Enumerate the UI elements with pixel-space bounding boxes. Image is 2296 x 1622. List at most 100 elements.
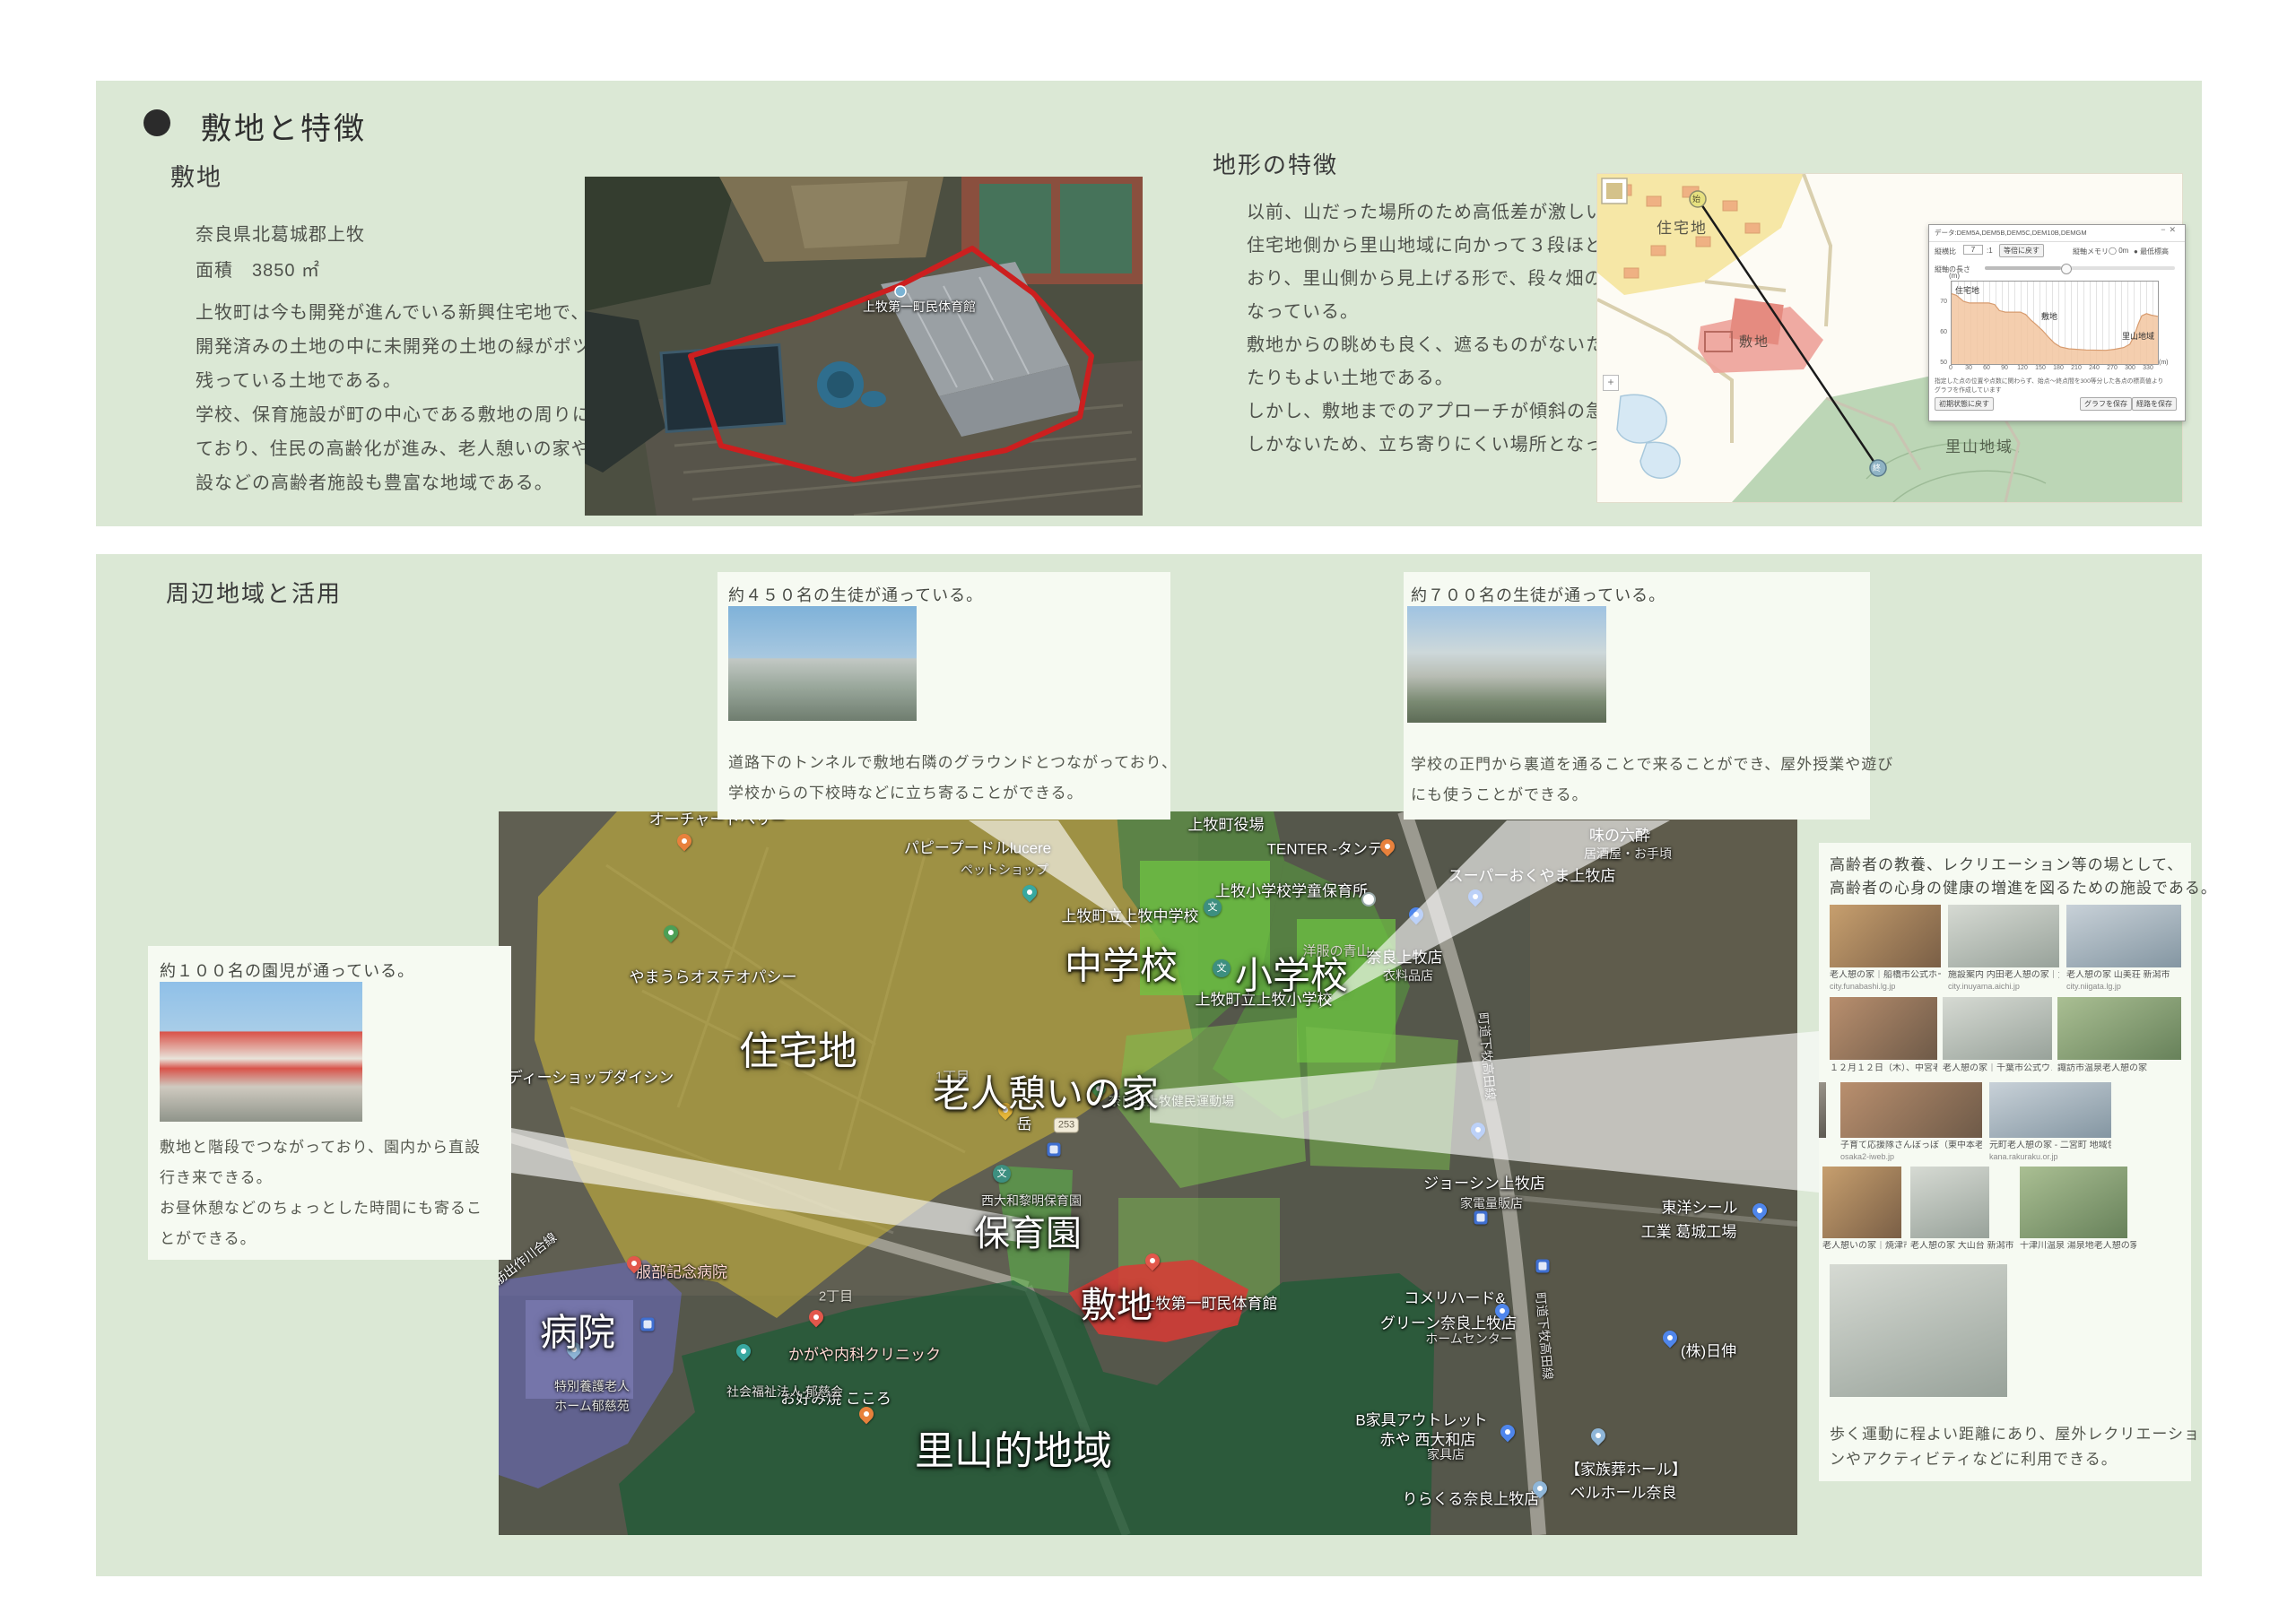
poi-label[interactable]: コメリハード&: [1404, 1286, 1505, 1308]
poi-label[interactable]: 工業 葛城工場: [1641, 1219, 1737, 1242]
poi-label[interactable]: 奈良上牧店: [1367, 945, 1443, 967]
poi-label[interactable]: 服部記念病院: [636, 1260, 727, 1282]
aspect-ratio-input[interactable]: 7: [1963, 245, 1983, 255]
poi-label[interactable]: かがや内科クリニック: [788, 1342, 941, 1365]
zone-label-satoyama: 里山的地域: [915, 1418, 1112, 1476]
poi-label[interactable]: ベルホール奈良: [1570, 1480, 1677, 1503]
poi-label[interactable]: やまうらオステオパシー: [630, 965, 797, 987]
radio-zero[interactable]: ◯ 0m: [2109, 247, 2128, 255]
nursery-pin-icon[interactable]: 文: [993, 1165, 1011, 1183]
result-caption: 諏訪市温泉老人憩の家: [2057, 1063, 2181, 1074]
result-caption: 老人憩の家｜船橋市公式ホームページcity.funabashi.lg.jp: [1830, 970, 1941, 993]
poi-label[interactable]: ボディーショップダイシン: [499, 1065, 674, 1088]
poi-label[interactable]: (株)日伸: [1681, 1339, 1736, 1361]
result-caption: 施設案内 内田老人憩の家｜犬山市city.inuyama.aichi.jp: [1948, 970, 2059, 993]
poi-label[interactable]: スーパーおくやま上牧店: [1448, 863, 1616, 886]
transit-icon[interactable]: [1474, 1211, 1488, 1225]
result-thumbnail: [1948, 905, 2059, 967]
poi-label[interactable]: 居酒屋・お手頃: [1584, 845, 1672, 863]
chart-anno-residential: 住宅地: [1955, 284, 1979, 296]
callout-elementary: 約７００名の生徒が通っている。 学校の正門から裏道を通ることで来ることができ、屋…: [1404, 572, 1870, 820]
aerial-photo-site: 上牧第一町民体育館: [585, 177, 1143, 516]
poi-label[interactable]: ホームセンター: [1425, 1330, 1513, 1348]
poi-label[interactable]: 特別養護老人: [554, 1377, 630, 1395]
junior-high-photo: [728, 606, 917, 721]
section2-title: 周辺地域と活用: [166, 576, 342, 609]
close-icon[interactable]: ✕: [2169, 225, 2179, 234]
topo-zoom-in-button[interactable]: +: [1603, 375, 1619, 391]
callout-text-line: 道路下のトンネルで敷地右隣のグラウンドとつながっており、: [728, 750, 1178, 772]
poi-label[interactable]: 味の六酔: [1589, 823, 1650, 846]
site-desc-line: 上牧町は今も開発が進んでいる新興住宅地で、: [196, 298, 589, 324]
poi-label[interactable]: 2丁目: [819, 1287, 853, 1305]
zone-label-site: 敷地: [1081, 1276, 1152, 1328]
result-thumbnail: [2020, 1167, 2127, 1238]
aspect-ratio-label: 縦横比: [1935, 247, 1956, 256]
callout-kindergarten: 約１００名の園児が通っている。 敷地と階段でつながっており、園内から直設 行き来…: [148, 946, 511, 1260]
result-thumbnail: [1840, 1082, 1982, 1138]
callout-text-line: にも使うことができる。: [1411, 782, 1588, 804]
site-desc-line: 設などの高齢者施設も豊富な地域である。: [196, 468, 553, 494]
poi-dot-icon[interactable]: [1361, 892, 1376, 906]
poi-label[interactable]: 家具店: [1427, 1445, 1465, 1463]
y-axis-ticks: 506070: [1931, 281, 1947, 363]
zone-label-elder-house: 老人憩いの家: [933, 1064, 1159, 1119]
save-graph-button[interactable]: グラフを保存: [2080, 397, 2132, 411]
poi-label[interactable]: 衣料品店: [1383, 967, 1433, 984]
poi-label[interactable]: 家電量販店: [1460, 1194, 1523, 1212]
elementary-photo: [1407, 606, 1606, 723]
transit-icon[interactable]: [1536, 1260, 1550, 1273]
transit-icon[interactable]: [641, 1318, 655, 1331]
poi-label[interactable]: 上牧第一町民体育館: [1141, 1291, 1278, 1314]
callout-text-line: 行き来できる。: [160, 1165, 273, 1187]
axis-length-slider[interactable]: [1985, 266, 2175, 270]
presentation-board: 敷地と特徴 敷地 奈良県北葛城郡上牧 面積 3850 ㎡ 上牧町は今も開発が進ん…: [0, 0, 2296, 1622]
section-bullet-icon: [144, 109, 170, 136]
result-caption: １２月１２日（木）、中宮老人憩の…: [1830, 1063, 1937, 1074]
poi-label[interactable]: 社会福祉法人 郁慈会: [726, 1383, 843, 1401]
callout-text-line: 敷地と階段でつながっており、園内から直設: [160, 1134, 481, 1157]
callout-text-line: ンやアクティビティなどに利用できる。: [1830, 1446, 2118, 1469]
poi-label[interactable]: 上牧町役場: [1188, 812, 1265, 835]
callout-heading: 約７００名の生徒が通っている。: [1411, 583, 1665, 606]
save-route-button[interactable]: 経路を保存: [2132, 397, 2177, 411]
poi-label[interactable]: ホーム郁慈苑: [554, 1397, 630, 1415]
poi-label[interactable]: 東洋シール: [1662, 1195, 1738, 1218]
poi-label[interactable]: ペットショップ: [961, 861, 1048, 879]
chart-anno-site: 敷地: [2041, 310, 2057, 322]
school-pin-icon[interactable]: 文: [1213, 959, 1231, 977]
result-thumbnail: [1943, 997, 2052, 1060]
slider-knob[interactable]: [2061, 264, 2072, 274]
poi-label[interactable]: りらくる奈良上牧店: [1403, 1487, 1540, 1509]
chart-note-line1: 指定した点の位置や点数に関わらず、始点～終点間を300等分した各点の標高値より: [1935, 376, 2163, 385]
callout-elderly-house: 高齢者の教養、レクリエーション等の場として、 高齢者の心身の健康の増進を図るため…: [1819, 843, 2191, 1481]
school-pin-icon[interactable]: 文: [1204, 898, 1222, 916]
result-caption: 十津川温泉 湯泉地老人憩の家 憩の湯: [2020, 1241, 2136, 1252]
transit-icon[interactable]: [1048, 1143, 1061, 1157]
poi-label[interactable]: 【家族葬ホール】: [1565, 1457, 1687, 1479]
zone-label-residential: 住宅地: [739, 1019, 857, 1076]
terrain-line: たりもよい土地である。: [1247, 363, 1454, 389]
callout-text-line: 学校からの下校時などに立ち寄ることができる。: [728, 780, 1083, 802]
result-caption: 老人憩の家 大山台 新潟市: [1910, 1241, 2016, 1252]
site-desc-line: 開発済みの土地の中に未開発の土地の緑がポツンと: [196, 332, 629, 358]
poi-label[interactable]: パピープードルlucere: [904, 836, 1051, 858]
elevation-profile-window: データ:DEM5A,DEM5B,DEM5C,DEM10B,DEMGM −✕ 縦横…: [1928, 224, 2186, 421]
callout-text-line: 学校の正門から裏道を通ることで来ることができ、屋外授業や遊び: [1411, 751, 1893, 774]
route-shield: 253: [1054, 1118, 1079, 1133]
result-thumbnail: [1822, 1167, 1901, 1238]
result-caption: 老人憩の家 山美荘 新潟市city.niigata.lg.jp: [2066, 970, 2181, 993]
poi-label[interactable]: TENTER -タンテ-: [1266, 837, 1387, 859]
elevation-window-title: データ:DEM5A,DEM5B,DEM5C,DEM10B,DEMGM: [1929, 225, 2185, 242]
result-thumbnail: [1819, 1082, 1826, 1138]
reset-scale-button[interactable]: 等倍に戻す: [1999, 244, 2044, 257]
poi-label[interactable]: 上牧小学校学童保育所: [1215, 879, 1368, 901]
poi-label[interactable]: 上牧町立上牧中学校: [1062, 904, 1199, 926]
topo-start-marker: 始: [1692, 193, 1700, 204]
radio-min-elevation[interactable]: ● 最低標高: [2134, 247, 2169, 256]
chart-note-line2: グラフを作成しています: [1935, 385, 2002, 394]
reset-state-button[interactable]: 初期状態に戻す: [1935, 397, 1994, 411]
surroundings-map[interactable]: オーチャードベリー パピープードルlucere ペットショップ やまうらオステオ…: [499, 811, 1797, 1535]
poi-label[interactable]: ジョーシン上牧店: [1423, 1171, 1545, 1193]
window-controls: −✕: [2161, 225, 2179, 235]
